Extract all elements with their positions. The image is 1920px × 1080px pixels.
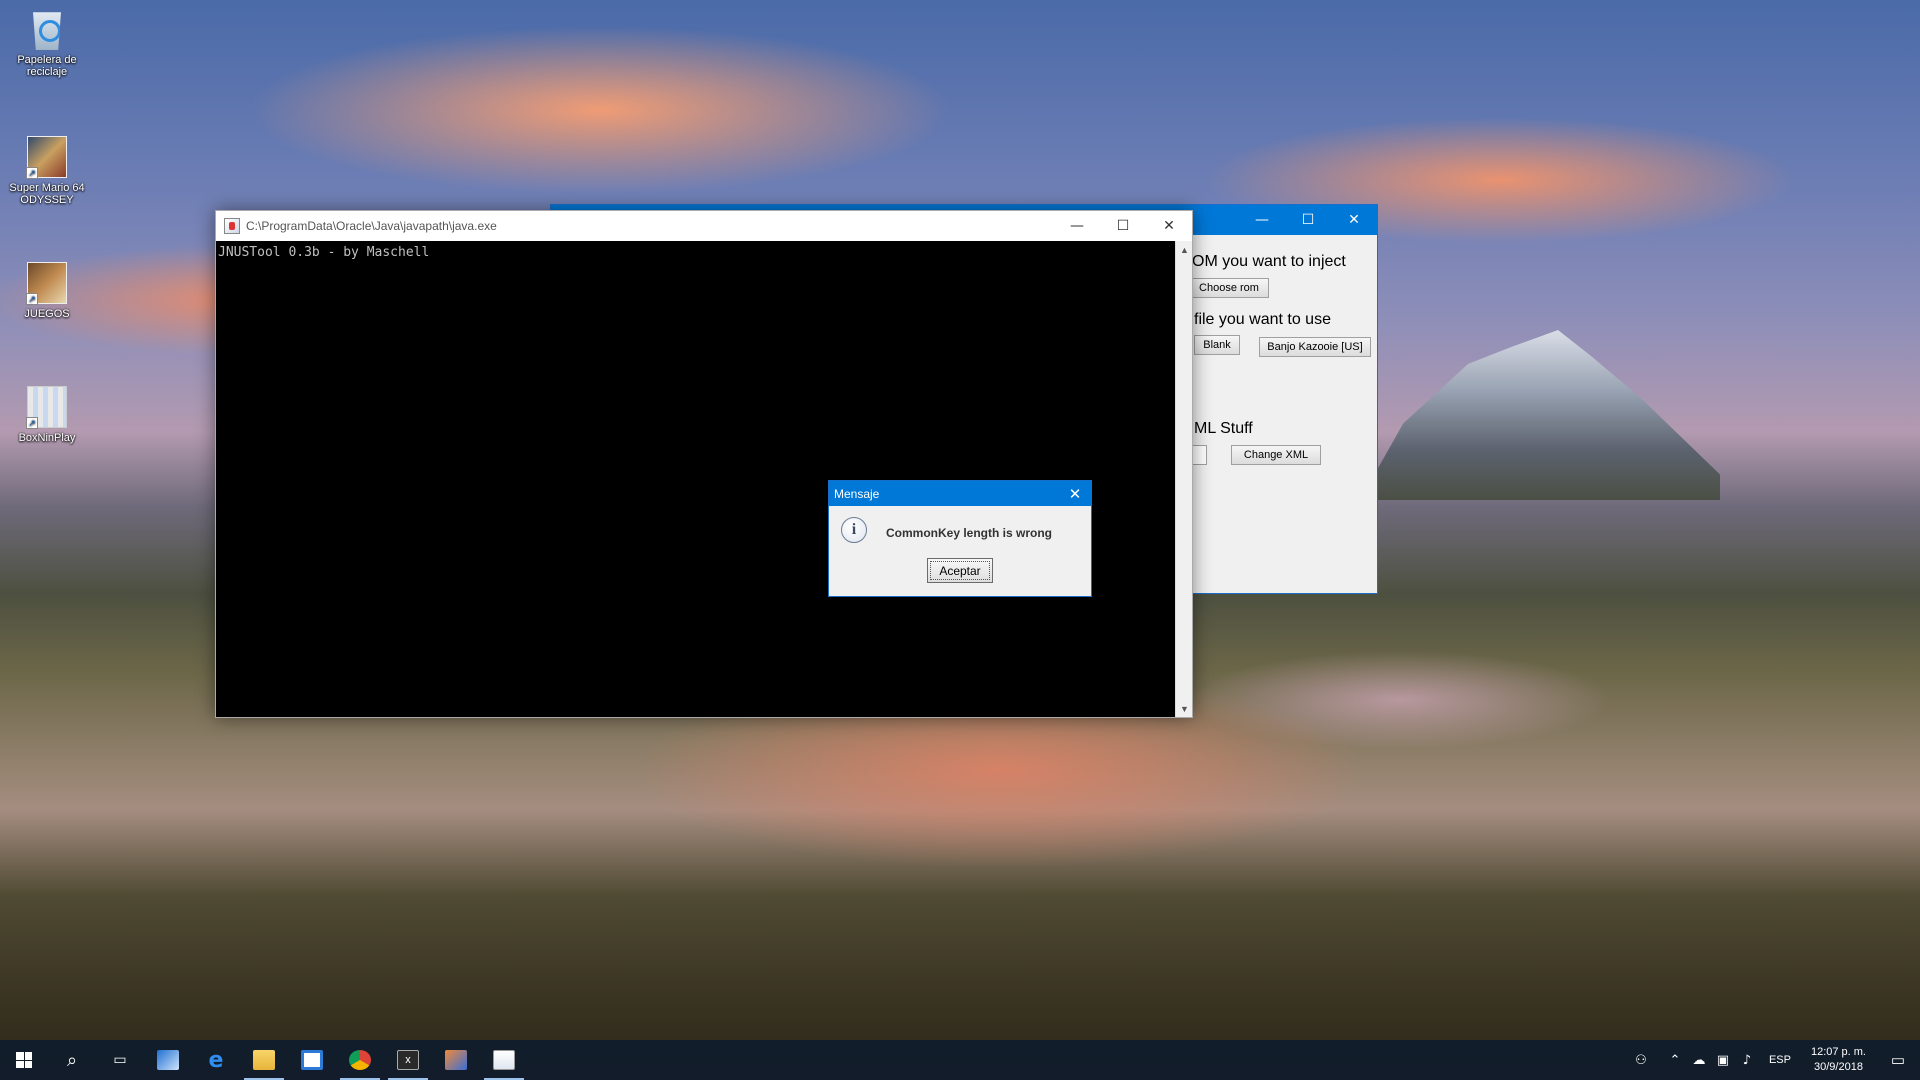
taskbar-app-edge[interactable]: e (192, 1040, 240, 1080)
config-label: file you want to use (1194, 311, 1331, 328)
emulator-icon: x (397, 1050, 419, 1070)
folder-shortcut-icon: ↗ (26, 262, 67, 305)
dialog-title: Mensaje (834, 486, 880, 501)
shortcut-arrow-icon: ↗ (26, 167, 38, 179)
start-button[interactable] (0, 1040, 48, 1080)
maximize-icon: ☐ (1116, 218, 1130, 234)
desktop-icon-label: Papelera de reciclaje (17, 54, 77, 78)
desktop-icon-label: Super Mario 64 ODYSSEY (9, 182, 85, 206)
taskbar-app-file-explorer[interactable] (240, 1040, 288, 1080)
wiiu-app-icon (157, 1050, 179, 1070)
desktop-icon-label: BoxNinPlay (18, 432, 76, 444)
task-view-icon: ▭ (113, 1052, 127, 1068)
close-icon: ✕ (1348, 212, 1360, 228)
edge-icon: e (208, 1047, 224, 1073)
java-icon (224, 218, 240, 234)
desktop-icon-recycle-bin[interactable]: Papelera de reciclaje (4, 8, 90, 78)
people-icon[interactable]: ⚇ (1629, 1053, 1653, 1068)
taskbar: ⌕ ▭ e x ⚇ ⌃ ☁ ▣ ♪ ESP 12:07 p. m. 30/9/2… (0, 1040, 1920, 1080)
minimize-icon: — (1255, 212, 1269, 228)
game-shortcut-icon: ↗ (26, 136, 67, 179)
search-icon: ⌕ (66, 1049, 78, 1071)
store-icon (301, 1050, 323, 1070)
windows-logo-icon (16, 1052, 32, 1068)
recycle-bin-icon (33, 12, 61, 50)
paint-icon (445, 1050, 467, 1070)
message-dialog[interactable]: Mensaje ✕ i CommonKey length is wrong Ac… (828, 480, 1092, 597)
info-icon: i (841, 517, 867, 543)
volume-icon[interactable]: ♪ (1735, 1053, 1759, 1068)
desktop-icon-juegos[interactable]: ↗ JUEGOS (4, 262, 90, 320)
desktop-icon-label: JUEGOS (24, 308, 70, 320)
scroll-up-icon[interactable]: ▲ (1176, 241, 1193, 258)
network-icon[interactable]: ▣ (1711, 1053, 1735, 1068)
notification-icon: ▭ (1890, 1052, 1906, 1069)
archive-shortcut-icon: ↗ (26, 386, 67, 429)
desktop-icon-super-mario[interactable]: ↗ Super Mario 64 ODYSSEY (4, 136, 90, 206)
console-titlebar[interactable]: C:\ProgramData\Oracle\Java\javapath\java… (216, 211, 1192, 241)
clock[interactable]: 12:07 p. m. 30/9/2018 (1801, 1045, 1876, 1075)
change-xml-button[interactable]: Change XML (1231, 445, 1321, 465)
xml-label: ML Stuff (1194, 420, 1253, 437)
maximize-button[interactable]: ☐ (1100, 211, 1146, 241)
console-title: C:\ProgramData\Oracle\Java\javapath\java… (246, 219, 497, 233)
close-icon: ✕ (1163, 218, 1175, 234)
ok-button[interactable]: Aceptar (927, 558, 993, 583)
taskbar-app-wiiu-usb[interactable] (144, 1040, 192, 1080)
taskbar-app-java[interactable] (480, 1040, 528, 1080)
rom-label: OM you want to inject (1192, 253, 1346, 270)
desktop-icon-boxninplay[interactable]: ↗ BoxNinPlay (4, 386, 90, 444)
chrome-icon (349, 1050, 371, 1070)
blank-button[interactable]: Blank (1194, 335, 1240, 355)
shortcut-arrow-icon: ↗ (26, 417, 38, 429)
task-view-button[interactable]: ▭ (96, 1040, 144, 1080)
banjo-kazooie-button[interactable]: Banjo Kazooie [US] (1259, 337, 1371, 357)
minimize-button[interactable]: — (1054, 211, 1100, 241)
action-center-button[interactable]: ▭ (1876, 1040, 1920, 1080)
clock-time: 12:07 p. m. (1810, 1046, 1866, 1058)
minimize-button[interactable]: — (1239, 205, 1285, 235)
console-output: JNUSTool 0.3b - by Maschell (218, 245, 430, 260)
close-button[interactable]: ✕ (1331, 205, 1377, 235)
taskbar-app-xenia[interactable]: x (384, 1040, 432, 1080)
choose-rom-button[interactable]: Choose rom (1189, 278, 1269, 298)
maximize-button[interactable]: ☐ (1285, 205, 1331, 235)
taskbar-app-chrome[interactable] (336, 1040, 384, 1080)
java-icon (493, 1050, 515, 1070)
taskbar-app-paint[interactable] (432, 1040, 480, 1080)
dialog-close-button[interactable]: ✕ (1059, 481, 1091, 506)
search-button[interactable]: ⌕ (48, 1040, 96, 1080)
shortcut-arrow-icon: ↗ (26, 293, 38, 305)
taskbar-app-store[interactable] (288, 1040, 336, 1080)
console-window[interactable]: C:\ProgramData\Oracle\Java\javapath\java… (215, 210, 1193, 718)
dialog-message: CommonKey length is wrong (886, 526, 1053, 540)
close-button[interactable]: ✕ (1146, 211, 1192, 241)
close-icon: ✕ (1068, 484, 1082, 503)
chevron-up-icon[interactable]: ⌃ (1663, 1053, 1687, 1068)
dialog-titlebar[interactable]: Mensaje ✕ (829, 481, 1091, 506)
language-indicator[interactable]: ESP (1759, 1054, 1801, 1066)
scroll-down-icon[interactable]: ▼ (1176, 700, 1193, 717)
clock-date: 30/9/2018 (1814, 1061, 1863, 1073)
minimize-icon: — (1070, 218, 1084, 234)
console-scrollbar[interactable]: ▲ ▼ (1175, 241, 1192, 717)
folder-icon (253, 1050, 275, 1070)
maximize-icon: ☐ (1301, 212, 1315, 228)
wallpaper-mountain (1360, 330, 1720, 500)
onedrive-icon[interactable]: ☁ (1687, 1053, 1711, 1068)
system-tray: ⚇ ⌃ ☁ ▣ ♪ ESP 12:07 p. m. 30/9/2018 ▭ (1629, 1040, 1920, 1080)
